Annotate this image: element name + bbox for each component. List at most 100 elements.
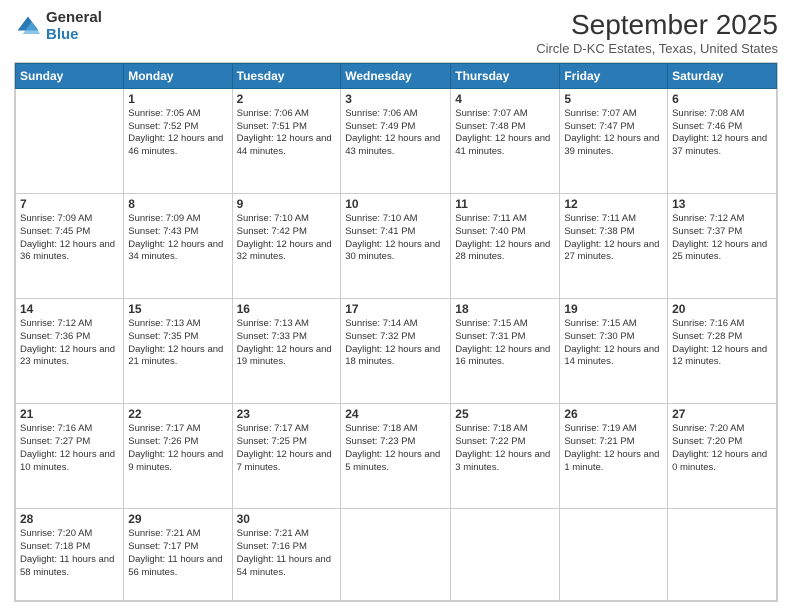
logo-general: General [46, 10, 102, 27]
day-number: 25 [455, 407, 555, 421]
day-number: 2 [237, 92, 337, 106]
day-cell: 7Sunrise: 7:09 AMSunset: 7:45 PMDaylight… [16, 193, 124, 298]
day-cell: 28 Sunrise: 7:20 AMSunset: 7:18 PMDayligh… [16, 509, 124, 601]
day-number: 6 [672, 92, 772, 106]
day-header-friday: Friday [560, 63, 668, 88]
day-number: 15 [128, 302, 227, 316]
day-cell: 27 Sunrise: 7:20 AMSunset: 7:20 PMDayligh… [668, 404, 777, 509]
day-number: 23 [237, 407, 337, 421]
day-info: Sunrise: 7:13 AMSunset: 7:35 PMDaylight:… [128, 318, 227, 369]
logo-text: General Blue [46, 10, 102, 43]
day-number: 16 [237, 302, 337, 316]
day-cell: 16 Sunrise: 7:13 AMSunset: 7:33 PMDayligh… [232, 298, 341, 403]
day-header-thursday: Thursday [451, 63, 560, 88]
week-row-1: 1 Sunrise: 7:05 AMSunset: 7:52 PMDaylight… [16, 88, 777, 193]
day-number: 24 [345, 407, 446, 421]
day-info: Sunrise: 7:12 AMSunset: 7:37 PMDaylight:… [672, 213, 772, 264]
day-info: Sunrise: 7:15 AMSunset: 7:30 PMDaylight:… [564, 318, 663, 369]
day-info: Sunrise: 7:21 AMSunset: 7:17 PMDaylight:… [128, 528, 227, 579]
day-info: Sunrise: 7:12 AMSunset: 7:36 PMDaylight:… [20, 318, 119, 369]
week-row-4: 21 Sunrise: 7:16 AMSunset: 7:27 PMDayligh… [16, 404, 777, 509]
day-cell: 30 Sunrise: 7:21 AMSunset: 7:16 PMDayligh… [232, 509, 341, 601]
day-cell: 29Sunrise: 7:21 AMSunset: 7:17 PMDayligh… [124, 509, 232, 601]
day-info: Sunrise: 7:16 AMSunset: 7:27 PMDaylight:… [20, 423, 119, 474]
day-cell: 17 Sunrise: 7:14 AMSunset: 7:32 PMDayligh… [341, 298, 451, 403]
day-info: Sunrise: 7:05 AMSunset: 7:52 PMDaylight:… [128, 108, 227, 159]
day-cell: 8 Sunrise: 7:09 AMSunset: 7:43 PMDaylight… [124, 193, 232, 298]
day-info: Sunrise: 7:06 AMSunset: 7:49 PMDaylight:… [345, 108, 446, 159]
day-info: Sunrise: 7:06 AMSunset: 7:51 PMDaylight:… [237, 108, 337, 159]
day-cell: 11Sunrise: 7:11 AMSunset: 7:40 PMDayligh… [451, 193, 560, 298]
day-number: 9 [237, 197, 337, 211]
day-info: Sunrise: 7:07 AMSunset: 7:48 PMDaylight:… [455, 108, 555, 159]
day-info: Sunrise: 7:07 AMSunset: 7:47 PMDaylight:… [564, 108, 663, 159]
day-info: Sunrise: 7:11 AMSunset: 7:38 PMDaylight:… [564, 213, 663, 264]
day-number: 20 [672, 302, 772, 316]
day-info: Sunrise: 7:16 AMSunset: 7:28 PMDaylight:… [672, 318, 772, 369]
day-info: Sunrise: 7:17 AMSunset: 7:25 PMDaylight:… [237, 423, 337, 474]
day-info: Sunrise: 7:18 AMSunset: 7:23 PMDaylight:… [345, 423, 446, 474]
week-row-2: 7Sunrise: 7:09 AMSunset: 7:45 PMDaylight… [16, 193, 777, 298]
logo-icon [14, 13, 42, 41]
day-header-tuesday: Tuesday [232, 63, 341, 88]
day-cell: 15 Sunrise: 7:13 AMSunset: 7:35 PMDayligh… [124, 298, 232, 403]
day-info: Sunrise: 7:14 AMSunset: 7:32 PMDaylight:… [345, 318, 446, 369]
day-info: Sunrise: 7:10 AMSunset: 7:42 PMDaylight:… [237, 213, 337, 264]
day-cell [451, 509, 560, 601]
day-info: Sunrise: 7:19 AMSunset: 7:21 PMDaylight:… [564, 423, 663, 474]
day-info: Sunrise: 7:15 AMSunset: 7:31 PMDaylight:… [455, 318, 555, 369]
day-cell: 24 Sunrise: 7:18 AMSunset: 7:23 PMDayligh… [341, 404, 451, 509]
day-number: 10 [345, 197, 446, 211]
day-cell: 25 Sunrise: 7:18 AMSunset: 7:22 PMDayligh… [451, 404, 560, 509]
day-info: Sunrise: 7:10 AMSunset: 7:41 PMDaylight:… [345, 213, 446, 264]
day-cell: 20 Sunrise: 7:16 AMSunset: 7:28 PMDayligh… [668, 298, 777, 403]
day-cell [668, 509, 777, 601]
day-cell: 4 Sunrise: 7:07 AMSunset: 7:48 PMDaylight… [451, 88, 560, 193]
day-info: Sunrise: 7:20 AMSunset: 7:18 PMDaylight:… [20, 528, 119, 579]
month-title: September 2025 [536, 10, 778, 41]
day-number: 28 [20, 512, 119, 526]
day-cell: 2 Sunrise: 7:06 AMSunset: 7:51 PMDaylight… [232, 88, 341, 193]
day-number: 30 [237, 512, 337, 526]
week-row-5: 28 Sunrise: 7:20 AMSunset: 7:18 PMDayligh… [16, 509, 777, 601]
day-info: Sunrise: 7:21 AMSunset: 7:16 PMDaylight:… [237, 528, 337, 579]
calendar: SundayMondayTuesdayWednesdayThursdayFrid… [14, 62, 778, 602]
logo: General Blue [14, 10, 102, 43]
day-number: 14 [20, 302, 119, 316]
day-number: 18 [455, 302, 555, 316]
day-cell: 23 Sunrise: 7:17 AMSunset: 7:25 PMDayligh… [232, 404, 341, 509]
title-block: September 2025 Circle D-KC Estates, Texa… [536, 10, 778, 56]
day-number: 3 [345, 92, 446, 106]
calendar-header: SundayMondayTuesdayWednesdayThursdayFrid… [16, 63, 777, 88]
day-header-monday: Monday [124, 63, 232, 88]
day-number: 13 [672, 197, 772, 211]
header: General Blue September 2025 Circle D-KC … [14, 10, 778, 56]
day-info: Sunrise: 7:18 AMSunset: 7:22 PMDaylight:… [455, 423, 555, 474]
day-number: 12 [564, 197, 663, 211]
day-header-wednesday: Wednesday [341, 63, 451, 88]
day-cell: 14 Sunrise: 7:12 AMSunset: 7:36 PMDayligh… [16, 298, 124, 403]
calendar-table: SundayMondayTuesdayWednesdayThursdayFrid… [15, 63, 777, 601]
calendar-body: 1 Sunrise: 7:05 AMSunset: 7:52 PMDaylight… [16, 88, 777, 600]
day-cell: 18 Sunrise: 7:15 AMSunset: 7:31 PMDayligh… [451, 298, 560, 403]
day-header-saturday: Saturday [668, 63, 777, 88]
day-info: Sunrise: 7:20 AMSunset: 7:20 PMDaylight:… [672, 423, 772, 474]
day-number: 7 [20, 197, 119, 211]
day-number: 8 [128, 197, 227, 211]
day-cell: 12 Sunrise: 7:11 AMSunset: 7:38 PMDayligh… [560, 193, 668, 298]
day-number: 1 [128, 92, 227, 106]
day-cell: 3 Sunrise: 7:06 AMSunset: 7:49 PMDaylight… [341, 88, 451, 193]
day-number: 5 [564, 92, 663, 106]
day-cell [341, 509, 451, 601]
day-info: Sunrise: 7:17 AMSunset: 7:26 PMDaylight:… [128, 423, 227, 474]
day-number: 4 [455, 92, 555, 106]
day-info: Sunrise: 7:09 AMSunset: 7:43 PMDaylight:… [128, 213, 227, 264]
day-info: Sunrise: 7:13 AMSunset: 7:33 PMDaylight:… [237, 318, 337, 369]
day-number: 17 [345, 302, 446, 316]
day-header-sunday: Sunday [16, 63, 124, 88]
day-cell [560, 509, 668, 601]
day-number: 21 [20, 407, 119, 421]
day-cell: 5 Sunrise: 7:07 AMSunset: 7:47 PMDaylight… [560, 88, 668, 193]
day-number: 27 [672, 407, 772, 421]
day-number: 22 [128, 407, 227, 421]
